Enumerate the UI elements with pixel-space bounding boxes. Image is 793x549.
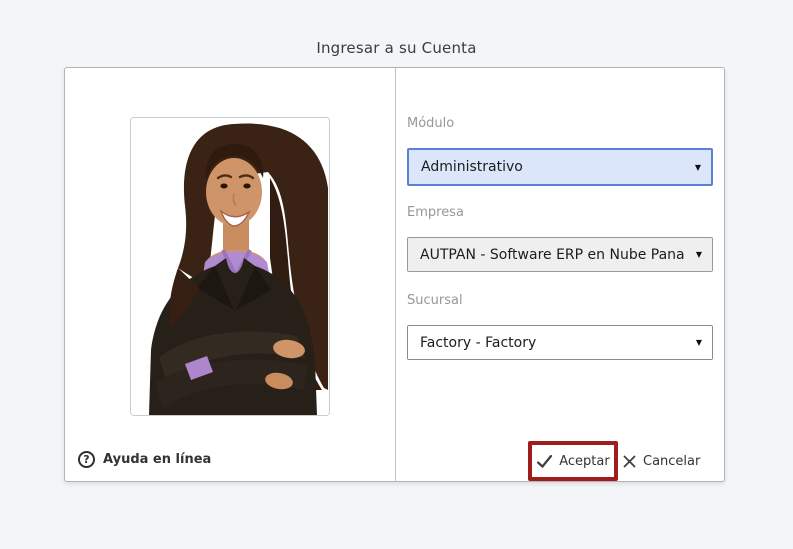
panel-divider [395, 68, 396, 481]
chevron-down-icon: ▼ [695, 163, 701, 172]
help-link[interactable]: ? Ayuda en línea [78, 450, 211, 468]
x-icon [622, 454, 637, 469]
modulo-select[interactable]: Administrativo ▼ [407, 148, 713, 186]
modulo-selected-value: Administrativo [421, 159, 691, 175]
chevron-down-icon: ▼ [696, 250, 702, 259]
empresa-label: Empresa [407, 205, 713, 220]
empresa-selected-value: AUTPAN - Software ERP en Nube Pana [420, 247, 692, 263]
accept-button[interactable]: Aceptar [536, 454, 609, 469]
check-icon [536, 454, 553, 469]
question-icon: ? [78, 451, 95, 468]
cancel-button-label: Cancelar [643, 454, 700, 469]
sucursal-selected-value: Factory - Factory [420, 335, 692, 351]
sucursal-label: Sucursal [407, 293, 713, 308]
page-title: Ingresar a su Cuenta [0, 39, 793, 57]
user-photo [130, 117, 330, 416]
login-panel: Módulo Administrativo ▼ Empresa AUTPAN -… [64, 67, 725, 482]
portrait-illustration [131, 118, 329, 415]
modulo-label: Módulo [407, 116, 713, 131]
sucursal-select[interactable]: Factory - Factory ▼ [407, 325, 713, 360]
empresa-select[interactable]: AUTPAN - Software ERP en Nube Pana ▼ [407, 237, 713, 272]
annotation-highlight-box: Aceptar [528, 441, 618, 481]
help-label: Ayuda en línea [103, 452, 211, 467]
chevron-down-icon: ▼ [696, 338, 702, 347]
cancel-button[interactable]: Cancelar [622, 454, 700, 469]
accept-button-label: Aceptar [559, 454, 609, 469]
